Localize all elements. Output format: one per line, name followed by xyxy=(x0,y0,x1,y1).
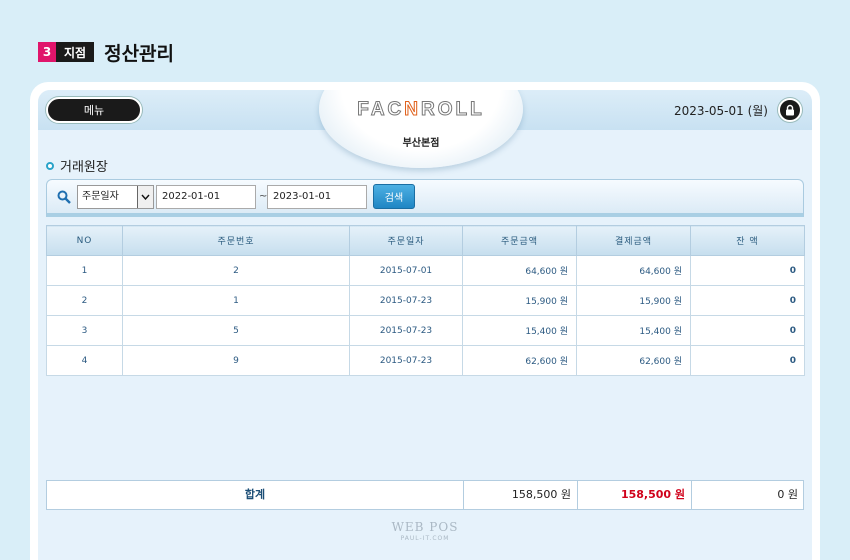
search-bar: 주문일자 2022-01-01 ~ 2023-01-01 검색 xyxy=(46,179,804,217)
column-header: 주문일자 xyxy=(349,225,463,256)
totals-label: 합계 xyxy=(244,488,266,501)
order-number: 1 xyxy=(122,285,350,316)
menu-button[interactable]: 메뉴 xyxy=(46,97,142,123)
watermark: WEB POS PAUL-IT.COM xyxy=(38,520,812,542)
balance: 0 xyxy=(690,255,805,286)
table-row[interactable]: 1 2 2015-07-01 64,600 원 64,600 원 0 xyxy=(46,255,805,286)
lock-icon xyxy=(786,104,794,116)
order-date: 2015-07-23 xyxy=(349,345,463,376)
ledger-table: NO 주문번호 주문일자 주문금액 결제금액 잔 액 1 2 2015-07-0… xyxy=(46,225,805,376)
total-balance: 0 원 xyxy=(691,481,804,509)
order-number: 5 xyxy=(122,315,350,346)
lock-button[interactable] xyxy=(778,98,802,122)
pos-app: 메뉴 2023-05-01 (월) FACNROLL 부산본점 거래원장 주문일… xyxy=(38,90,812,560)
order-amount: 15,400 원 xyxy=(462,315,577,346)
step-number: 3 xyxy=(38,42,56,62)
column-header: 주문번호 xyxy=(122,225,350,256)
row-no: 1 xyxy=(46,255,123,286)
start-date-input[interactable]: 2022-01-01 xyxy=(156,185,256,209)
total-order-amount: 158,500 원 xyxy=(463,481,577,509)
section-title: 거래원장 xyxy=(46,156,108,175)
table-row[interactable]: 4 9 2015-07-23 62,600 원 62,600 원 0 xyxy=(46,345,805,376)
order-date: 2015-07-23 xyxy=(349,315,463,346)
watermark-site: PAUL-IT.COM xyxy=(400,535,450,542)
order-amount: 64,600 원 xyxy=(462,255,577,286)
page-header: 3 지점 정산관리 xyxy=(38,40,175,65)
search-type-select[interactable]: 주문일자 xyxy=(77,185,154,209)
order-number: 9 xyxy=(122,345,350,376)
end-date-input[interactable]: 2023-01-01 xyxy=(267,185,367,209)
paid-amount: 15,900 원 xyxy=(576,285,691,316)
paid-amount: 64,600 원 xyxy=(576,255,691,286)
row-no: 3 xyxy=(46,315,123,346)
balance: 0 xyxy=(690,285,805,316)
row-no: 2 xyxy=(46,285,123,316)
watermark-title: WEB POS xyxy=(391,520,459,534)
column-header: 주문금액 xyxy=(462,225,577,256)
totals-row: 합계 158,500 원 158,500 원 0 원 xyxy=(46,480,804,510)
column-header: 잔 액 xyxy=(690,225,805,256)
order-date: 2015-07-23 xyxy=(349,285,463,316)
row-no: 4 xyxy=(46,345,123,376)
order-number: 2 xyxy=(122,255,350,286)
section-title-label: 거래원장 xyxy=(60,160,108,175)
current-date: 2023-05-01 (월) xyxy=(674,104,768,118)
order-amount: 62,600 원 xyxy=(462,345,577,376)
chevron-down-icon xyxy=(137,186,153,208)
search-button[interactable]: 검색 xyxy=(373,184,415,209)
bullet-icon xyxy=(46,161,54,170)
column-header: 결제금액 xyxy=(576,225,691,256)
branch-name: 부산본점 xyxy=(402,138,440,149)
page-title: 정산관리 xyxy=(104,42,175,65)
order-amount: 15,900 원 xyxy=(462,285,577,316)
order-date: 2015-07-01 xyxy=(349,255,463,286)
paid-amount: 62,600 원 xyxy=(576,345,691,376)
table-row[interactable]: 3 5 2015-07-23 15,400 원 15,400 원 0 xyxy=(46,315,805,346)
balance: 0 xyxy=(690,345,805,376)
balance: 0 xyxy=(690,315,805,346)
column-header: NO xyxy=(46,225,123,256)
step-tag: 지점 xyxy=(56,42,95,62)
paid-amount: 15,400 원 xyxy=(576,315,691,346)
search-icon xyxy=(57,190,71,204)
table-row[interactable]: 2 1 2015-07-23 15,900 원 15,900 원 0 xyxy=(46,285,805,316)
total-paid-amount: 158,500 원 xyxy=(577,481,691,509)
table-header-row: NO 주문번호 주문일자 주문금액 결제금액 잔 액 xyxy=(46,225,805,256)
brand-logo: FACNROLL xyxy=(357,99,485,121)
